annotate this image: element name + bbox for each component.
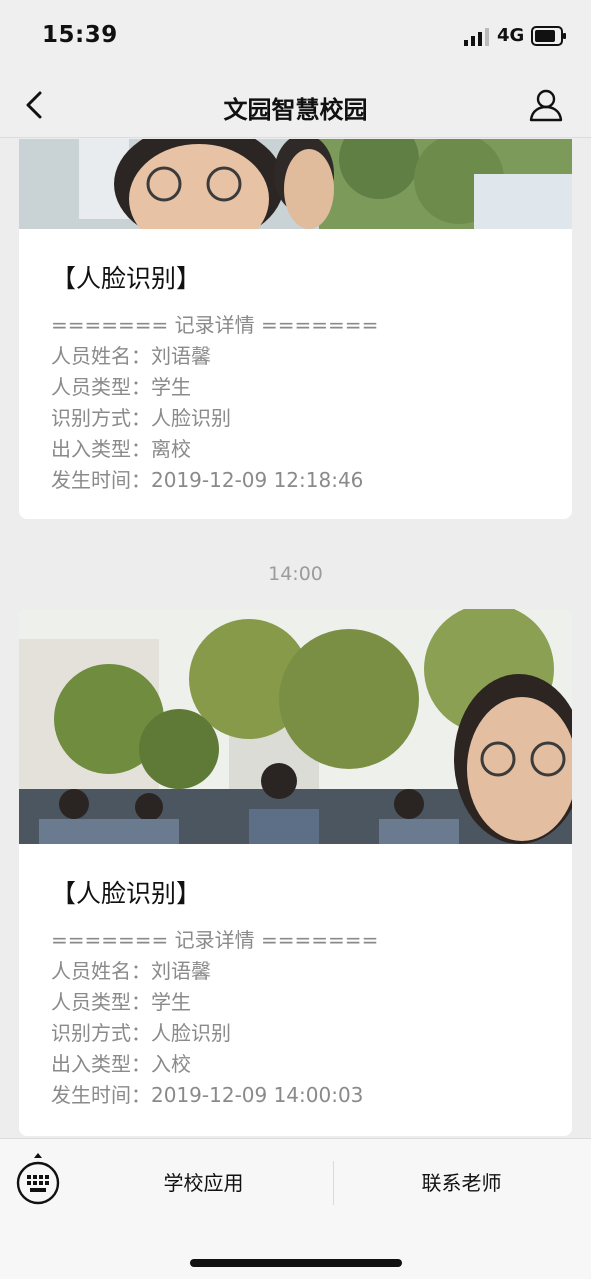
detail-header: ======= 记录详情 ======= xyxy=(51,928,379,952)
detail-person-type: 人员类型：学生 xyxy=(51,375,191,399)
record-title: 【人脸识别】 xyxy=(51,879,202,908)
detail-name: 人员姓名：刘语馨 xyxy=(51,959,211,983)
signal-icon xyxy=(464,28,489,46)
face-capture-photo xyxy=(19,139,572,229)
menu-divider xyxy=(333,1161,334,1205)
record-title: 【人脸识别】 xyxy=(51,264,202,293)
network-type: 4G xyxy=(497,25,525,46)
menu-contact-teacher[interactable]: 联系老师 xyxy=(370,1167,553,1196)
menu-school-apps[interactable]: 学校应用 xyxy=(112,1167,295,1196)
nav-bar: 文园智慧校园 xyxy=(0,72,591,138)
status-bar: 15:39 4G xyxy=(0,0,591,72)
time-divider: 14:00 xyxy=(268,563,323,585)
detail-name: 人员姓名：刘语馨 xyxy=(51,344,211,368)
record-card[interactable]: 【人脸识别】 ======= 记录详情 ======= 人员姓名：刘语馨 人员类… xyxy=(19,609,572,1136)
face-capture-photo xyxy=(19,609,572,844)
detail-person-type: 人员类型：学生 xyxy=(51,990,191,1014)
person-icon[interactable] xyxy=(526,86,566,124)
battery-icon xyxy=(531,26,566,46)
home-indicator[interactable] xyxy=(190,1259,402,1267)
record-card[interactable]: 【人脸识别】 ======= 记录详情 ======= 人员姓名：刘语馨 人员类… xyxy=(19,139,572,519)
detail-direction: 出入类型：离校 xyxy=(51,437,191,461)
detail-time: 发生时间：2019-12-09 14:00:03 xyxy=(51,1083,364,1107)
bottom-menu-bar: 学校应用 联系老师 xyxy=(0,1138,591,1279)
keyboard-icon[interactable] xyxy=(14,1151,62,1207)
status-time: 15:39 xyxy=(42,22,118,48)
message-list[interactable]: 【人脸识别】 ======= 记录详情 ======= 人员姓名：刘语馨 人员类… xyxy=(0,139,591,1139)
detail-header: ======= 记录详情 ======= xyxy=(51,313,379,337)
page-title: 文园智慧校园 xyxy=(223,96,368,124)
detail-method: 识别方式：人脸识别 xyxy=(51,406,231,430)
detail-method: 识别方式：人脸识别 xyxy=(51,1021,231,1045)
detail-time: 发生时间：2019-12-09 12:18:46 xyxy=(51,468,364,492)
detail-direction: 出入类型：入校 xyxy=(51,1052,191,1076)
